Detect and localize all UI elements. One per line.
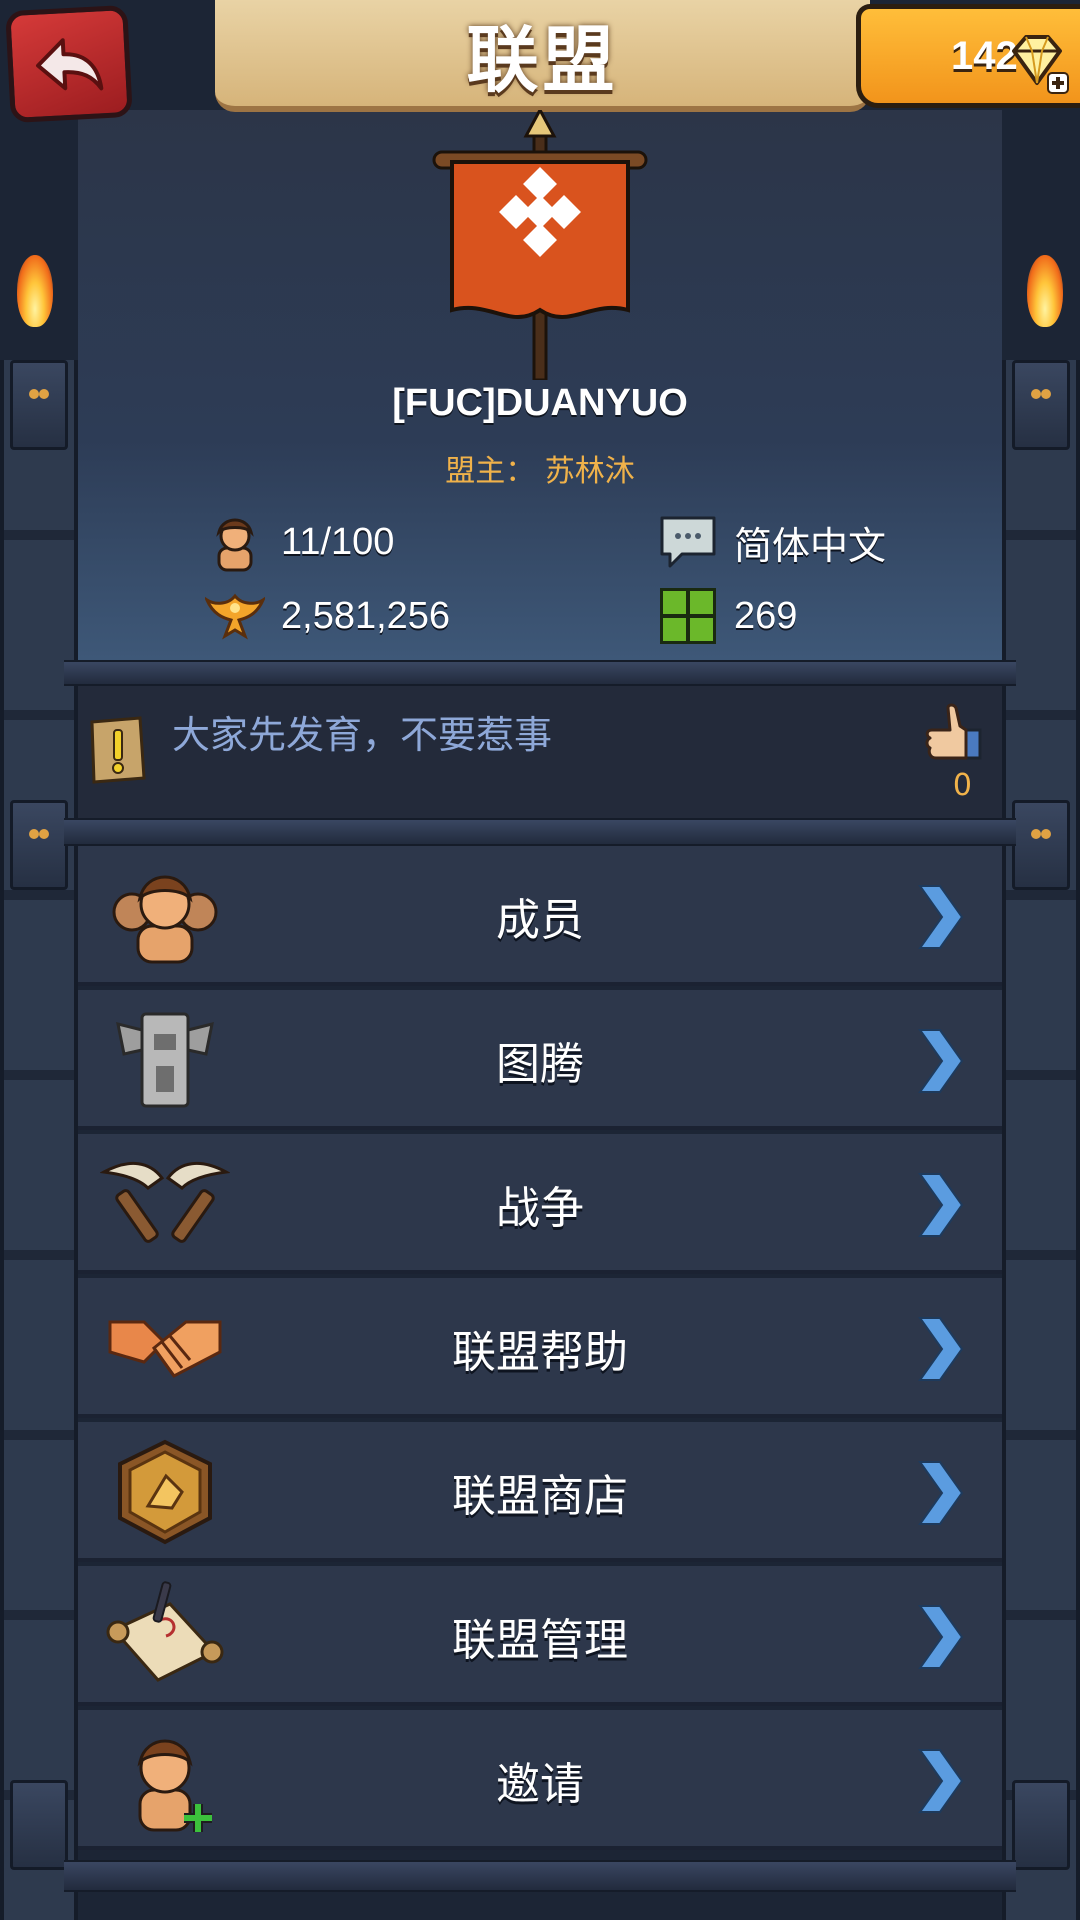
chevron-right-icon xyxy=(918,1173,964,1237)
language-stat: 简体中文 xyxy=(658,512,886,572)
chevron-right-icon xyxy=(918,1029,964,1093)
menu-item-war[interactable]: 战争 xyxy=(78,1134,1002,1274)
menu-item-alliance-manage[interactable]: 联盟管理 xyxy=(78,1566,1002,1706)
menu-label: 邀请 xyxy=(496,1760,584,1809)
menu-label: 联盟管理 xyxy=(452,1616,628,1665)
menu-item-totem[interactable]: 图腾 xyxy=(78,990,1002,1130)
menu-label: 图腾 xyxy=(496,1040,584,1089)
thumbs-up-icon[interactable] xyxy=(920,700,984,764)
like-count: 0 xyxy=(952,768,972,803)
divider xyxy=(64,1860,1016,1892)
left-pillar xyxy=(0,360,78,1920)
chevron-right-icon xyxy=(918,1461,964,1525)
chat-bubble-icon xyxy=(660,516,716,568)
chevron-right-icon xyxy=(918,1749,964,1813)
alliance-menu: 成员 图腾 战争 联盟帮助 联盟商店 联盟管理 邀请 xyxy=(78,846,1002,1854)
member-count: 11/100 xyxy=(281,520,395,563)
power-value: 2,581,256 xyxy=(281,594,451,637)
language-value: 简体中文 xyxy=(734,525,887,568)
member-count-stat: 11/100 xyxy=(205,512,394,572)
territory-stat: 269 xyxy=(658,586,797,646)
right-pillar xyxy=(1002,360,1080,1920)
notice-scroll-icon xyxy=(90,716,146,784)
alliance-screen: 联盟 142 [FUC]DUANYUO 盟主： 苏林沐 11/100 2,581… xyxy=(0,0,1080,1920)
power-stat: 2,581,256 xyxy=(205,586,450,646)
menu-item-alliance-help[interactable]: 联盟帮助 xyxy=(78,1278,1002,1418)
territory-value: 269 xyxy=(734,594,798,637)
chevron-right-icon xyxy=(918,1605,964,1669)
menu-item-alliance-shop[interactable]: 联盟商店 xyxy=(78,1422,1002,1562)
chevron-right-icon xyxy=(918,885,964,949)
alliance-notice[interactable]: 大家先发育，不要惹事 0 xyxy=(78,686,1002,818)
menu-label: 联盟商店 xyxy=(452,1472,628,1521)
alliance-leader: 盟主： 苏林沐 xyxy=(445,454,635,489)
divider xyxy=(64,818,1016,846)
gem-balance-button[interactable]: 142 xyxy=(856,4,1080,108)
menu-label: 成员 xyxy=(496,896,584,945)
member-icon xyxy=(216,518,254,572)
menu-label: 战争 xyxy=(496,1184,584,1233)
diamond-plus-icon xyxy=(1012,35,1069,94)
alliance-banner-icon xyxy=(432,110,648,380)
chevron-right-icon xyxy=(918,1317,964,1381)
menu-item-members[interactable]: 成员 xyxy=(78,846,1002,986)
alliance-name: [FUC]DUANYUO xyxy=(392,382,688,424)
menu-label: 联盟帮助 xyxy=(452,1328,628,1377)
notice-text: 大家先发育，不要惹事 xyxy=(172,713,553,757)
menu-item-invite[interactable]: 邀请 xyxy=(78,1710,1002,1850)
page-title: 联盟 xyxy=(466,20,619,101)
phoenix-power-icon xyxy=(205,593,265,640)
divider xyxy=(64,660,1016,686)
torch-icon xyxy=(15,255,55,355)
back-arrow-icon xyxy=(36,38,104,91)
title-banner: 联盟 xyxy=(215,0,870,112)
territory-grid-icon xyxy=(660,588,716,644)
torch-icon xyxy=(1025,255,1065,355)
back-button[interactable] xyxy=(5,4,133,124)
